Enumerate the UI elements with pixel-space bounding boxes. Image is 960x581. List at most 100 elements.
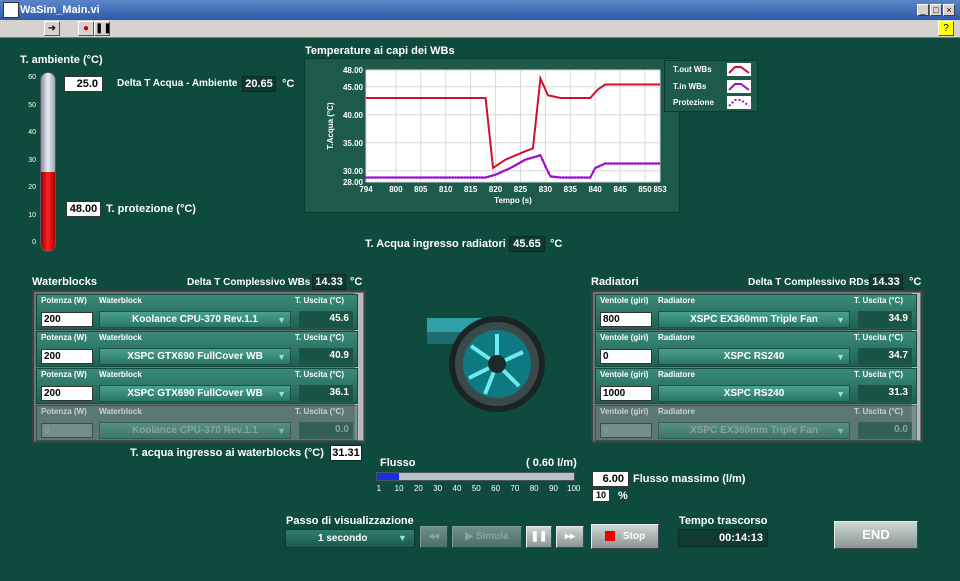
t-acqua-radiatori-label: T. Acqua ingresso radiatori [365, 238, 506, 250]
waterblock-t-uscita: 45.6 [299, 311, 353, 328]
series-tin-marker [445, 176, 449, 179]
rewind-button[interactable]: ◂◂ [420, 526, 448, 548]
passo-label: Passo di visualizzazione [286, 515, 414, 527]
chevron-down-icon: ▼ [277, 315, 286, 325]
pause-icon[interactable]: ❚❚ [94, 21, 112, 36]
window-title-bar: WaSim_Main.vi [0, 0, 960, 20]
chevron-down-icon: ▼ [836, 315, 845, 325]
radiatore-select[interactable]: XSPC RS240 ▼ [658, 385, 850, 402]
x-tick-label: 830 [539, 185, 553, 194]
minimize-button[interactable]: _ [917, 4, 929, 16]
series-tin-marker [523, 158, 526, 162]
passo-dropdown[interactable]: 1 secondo ▼ [285, 529, 415, 548]
series-tin-marker [562, 176, 565, 179]
radiatore-value-input[interactable]: 1000 [600, 386, 652, 401]
chart-title: Temperature ai capi dei WBs [305, 45, 455, 57]
waterblocks-list: Potenza (W) Waterblock T. Uscita (°C) 200 Ko… [32, 290, 366, 443]
waterblock-select[interactable]: Koolance CPU-370 Rev.1.1 ▼ [99, 311, 291, 328]
flusso-massimo-input[interactable]: 6.00 [592, 471, 629, 487]
t-ambiente-input[interactable]: 25.0 [64, 76, 103, 92]
series-tin-marker [636, 162, 640, 165]
radiatore-select[interactable]: XSPC RS240 ▼ [658, 348, 850, 365]
series-tin-marker [484, 176, 487, 179]
radiatore-select-value: XSPC EX360mm Triple Fan [690, 425, 818, 436]
pause-button[interactable]: ❚❚ [526, 526, 552, 548]
end-button[interactable]: END [834, 521, 918, 549]
window-title: WaSim_Main.vi [20, 4, 100, 16]
series-tin-marker [400, 176, 404, 179]
series-tin-marker [475, 176, 478, 179]
waterblock-h3: T. Uscita (°C) [295, 296, 344, 305]
radiatore-value-input[interactable]: 800 [600, 312, 652, 327]
tempo-value: 00:14:13 [678, 529, 768, 547]
waterblock-select[interactable]: XSPC GTX690 FullCover WB ▼ [99, 348, 291, 365]
radiatore-value-input[interactable]: 0 [600, 349, 652, 364]
abort-icon[interactable]: ● [78, 21, 94, 36]
series-tin-marker [633, 162, 637, 165]
delta-rds-unit: °C [909, 276, 922, 288]
series-tin-marker [591, 170, 595, 174]
radiatore-select-value: XSPC EX360mm Triple Fan [690, 314, 818, 325]
pump-icon [427, 316, 545, 412]
radiatore-select[interactable]: XSPC EX360mm Triple Fan ▼ [658, 422, 850, 439]
stop-button[interactable]: Stop [591, 524, 659, 549]
fast-forward-button[interactable]: ▸▸ [556, 526, 584, 548]
series-tin-marker [448, 176, 452, 179]
x-tick-label: 815 [464, 185, 478, 194]
waterblock-t-uscita: 0.0 [299, 422, 353, 439]
help-icon[interactable]: ? [938, 21, 954, 36]
t-ingresso-wbs-label: T. acqua ingresso ai waterblocks (°C) [130, 447, 324, 459]
waterblock-value-input[interactable]: 200 [41, 312, 93, 327]
series-tin-marker [367, 176, 371, 179]
radiatore-select[interactable]: XSPC EX360mm Triple Fan ▼ [658, 311, 850, 328]
waterblock-select[interactable]: Koolance CPU-370 Rev.1.1 ▼ [99, 422, 291, 439]
t-protezione-input[interactable]: 48.00 [66, 201, 101, 217]
waterblock-value-input[interactable]: 0 [41, 423, 93, 438]
series-tin-marker [597, 164, 601, 168]
series-tin-marker [550, 175, 553, 178]
series-tin-marker [654, 162, 658, 165]
series-tin-marker [612, 162, 616, 165]
y-axis-label: T.Acqua (°C) [326, 102, 335, 150]
tempo-label: Tempo trascorso [679, 515, 768, 527]
thermometer-tube [40, 72, 56, 252]
waterblock-value-input[interactable]: 200 [41, 349, 93, 364]
flusso-tick-label: 60 [491, 484, 501, 493]
percent-input[interactable]: 10 [592, 489, 610, 502]
waterblock-row: Potenza (W) Waterblock T. Uscita (°C) 200 XS… [36, 331, 358, 367]
run-arrow-icon[interactable]: ➜ [44, 21, 60, 36]
waterblock-select[interactable]: XSPC GTX690 FullCover WB ▼ [99, 385, 291, 402]
series-tin-marker [409, 176, 413, 179]
series-tin-marker [517, 162, 520, 165]
x-tick-label: 845 [613, 185, 627, 194]
series-tin-marker [588, 176, 592, 179]
series-tin-marker [496, 172, 499, 176]
series-tin-marker [418, 176, 422, 179]
series-tin-marker [538, 154, 541, 157]
series-tin-marker [499, 171, 502, 174]
radiatore-value-input[interactable]: 0 [600, 423, 652, 438]
legend-tin-label: T.in WBs [673, 82, 707, 91]
radiatore-t-uscita: 34.7 [858, 348, 912, 365]
series-tin-marker [439, 176, 443, 179]
flusso-tick-label: 70 [510, 484, 520, 493]
series-tin-marker [424, 176, 428, 179]
close-button[interactable]: × [943, 4, 955, 16]
series-tin-marker [415, 176, 419, 179]
maximize-button[interactable]: □ [930, 4, 942, 16]
series-tin-marker [463, 176, 466, 179]
series-tin-marker [451, 176, 455, 179]
series-tin-marker [651, 162, 655, 165]
delta-rds-value: 14.33 [869, 274, 903, 290]
waterblocks-title: Waterblocks [32, 276, 98, 288]
radiatore-t-uscita: 31.3 [858, 385, 912, 402]
flusso-tick-label: 30 [433, 484, 443, 493]
series-tin-marker [529, 156, 532, 160]
simula-button[interactable]: ▶ Simula [452, 526, 522, 548]
series-tin-marker [576, 176, 580, 179]
chevron-down-icon: ▼ [836, 389, 845, 399]
series-tin-marker [556, 175, 559, 179]
waterblock-value-input[interactable]: 200 [41, 386, 93, 401]
series-tin-marker [385, 176, 389, 179]
waterblock-select-value: Koolance CPU-370 Rev.1.1 [132, 425, 258, 436]
